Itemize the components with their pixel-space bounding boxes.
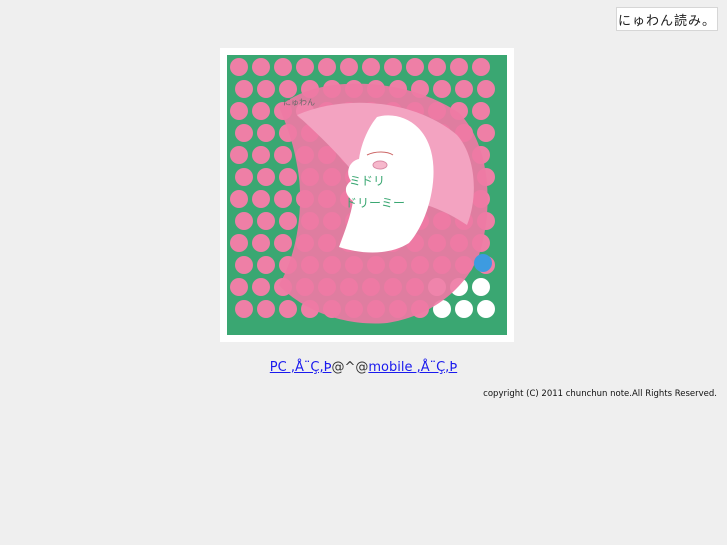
copyright-text: copyright (C) 2011 chunchun note.All Rig… (483, 389, 717, 399)
pattern-dot (472, 58, 490, 76)
pattern-dot (235, 80, 253, 98)
pattern-dot (340, 58, 358, 76)
pattern-dot (257, 300, 275, 318)
pattern-dot (235, 256, 253, 274)
pattern-dot (235, 212, 253, 230)
pattern-dot (279, 80, 297, 98)
pattern-dot (279, 168, 297, 186)
pattern-dot (274, 190, 292, 208)
pattern-dot (230, 102, 248, 120)
pattern-dot (252, 234, 270, 252)
pattern-dot (257, 168, 275, 186)
pattern-dot (477, 80, 495, 98)
pattern-dot (433, 80, 451, 98)
album-cover: ミドリ ドリーミー にゅわん (220, 48, 514, 342)
cover-artwork: ミドリ ドリーミー にゅわん (227, 55, 507, 335)
pattern-dot (477, 300, 495, 318)
link-separator: @^@ (331, 360, 369, 375)
pattern-dot (455, 300, 473, 318)
pattern-dot (235, 168, 253, 186)
pattern-dot (235, 300, 253, 318)
album-title-line2: ドリーミー (345, 196, 405, 210)
pattern-dot (279, 300, 297, 318)
pattern-dot (230, 146, 248, 164)
pattern-dot (472, 278, 490, 296)
pattern-dot (274, 146, 292, 164)
pattern-dot (235, 124, 253, 142)
pattern-dot (274, 58, 292, 76)
site-logo[interactable]: にゅわん読み。 (616, 7, 718, 31)
pattern-dot (257, 124, 275, 142)
album-title-line1: ミドリ (349, 174, 385, 188)
pattern-dot (296, 58, 314, 76)
pattern-dot (257, 256, 275, 274)
pattern-dot (362, 58, 380, 76)
pattern-dot (384, 58, 402, 76)
blue-dot (474, 254, 492, 272)
pattern-dot (252, 190, 270, 208)
pattern-dot (257, 80, 275, 98)
pattern-dot (279, 212, 297, 230)
pattern-dot (450, 58, 468, 76)
pattern-dot (406, 58, 424, 76)
pattern-dot (472, 102, 490, 120)
pattern-dot (252, 278, 270, 296)
pc-link[interactable]: PC ,Å¨Ç,Þ (270, 360, 332, 375)
pattern-dot (274, 234, 292, 252)
mobile-link[interactable]: mobile ,Å¨Ç,Þ (368, 360, 457, 375)
pattern-dot (230, 278, 248, 296)
pattern-dot (252, 102, 270, 120)
pattern-dot (477, 124, 495, 142)
platform-links: PC ,Å¨Ç,Þ@^@mobile ,Å¨Ç,Þ (0, 360, 727, 375)
pattern-dot (428, 58, 446, 76)
pattern-dot (257, 212, 275, 230)
pattern-dot (230, 190, 248, 208)
pattern-dot (455, 80, 473, 98)
pattern-dot (230, 234, 248, 252)
pattern-dot (230, 58, 248, 76)
pattern-dot (252, 58, 270, 76)
pattern-dot (318, 58, 336, 76)
album-artist: にゅわん (283, 98, 315, 107)
pattern-dot (252, 146, 270, 164)
